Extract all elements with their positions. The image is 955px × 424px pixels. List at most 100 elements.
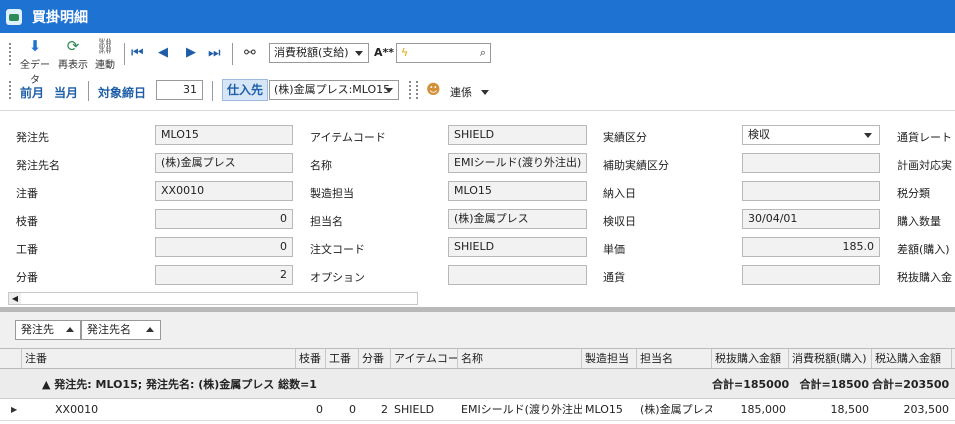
sort-ascending-icon: [66, 327, 74, 332]
all-data-button[interactable]: ⬇ 全データ: [16, 36, 54, 86]
form-label: 通貨レート: [897, 131, 952, 144]
form-field[interactable]: MLO15: [155, 125, 293, 145]
last-record-icon[interactable]: ⏭: [208, 44, 221, 62]
form-field[interactable]: 2: [155, 265, 293, 285]
form-field[interactable]: MLO15: [448, 181, 587, 201]
toolbar-grip[interactable]: [9, 43, 11, 67]
form-field[interactable]: SHIELD: [448, 237, 587, 257]
column-header-branch-no[interactable]: 枝番: [296, 349, 326, 368]
grid-group-row[interactable]: ▲ 発注先: MLO15; 発注先名: (株)金属プレス 総数=1 合計=185…: [0, 369, 955, 399]
form-label: 注番: [16, 187, 38, 200]
form-field[interactable]: 30/04/01: [742, 209, 880, 229]
column-header-manager-name[interactable]: 担当名: [637, 349, 712, 368]
cell-job-no[interactable]: 0: [326, 399, 359, 420]
form-label: 実績区分: [603, 131, 647, 144]
cell-order-no[interactable]: XX0010: [52, 399, 296, 420]
form-label: オプション: [310, 271, 365, 284]
group-chip-label: 発注先: [21, 323, 54, 336]
cell-amount-excl-tax[interactable]: 185,000: [712, 399, 789, 420]
toolbar-separator: [88, 81, 89, 101]
closing-day-input[interactable]: 31: [156, 80, 203, 100]
group-sum-consumption-tax: 合計=18500: [799, 378, 870, 391]
form-field[interactable]: 0: [155, 237, 293, 257]
toolbar-row-2: 前月 当月 対象締日 31 仕入先 (株)金属プレス:MLO15 ☻ 連係: [0, 77, 955, 107]
column-header-amount-excl-tax[interactable]: 税抜購入金額: [712, 349, 789, 368]
cell-amount-incl-tax[interactable]: 203,500: [872, 399, 952, 420]
form-field[interactable]: (株)金属プレス: [448, 209, 587, 229]
quick-search-input[interactable]: ϟ ⌕: [396, 43, 491, 63]
group-chip-supplier[interactable]: 発注先: [15, 320, 81, 340]
form-field-value: MLO15: [454, 184, 492, 197]
grid-area: 発注先 発注先名 注番 枝番 工番 分番 アイテムコード 名称 製造担当 担当名…: [0, 312, 955, 424]
column-header-split-no[interactable]: 分番: [359, 349, 391, 368]
group-chip-supplier-name[interactable]: 発注先名: [81, 320, 161, 340]
column-header-order-no[interactable]: 注番: [22, 349, 296, 368]
table-row[interactable]: ▶ XX0010 0 0 2 SHIELD EMIシールド(渡り外注出) MLO…: [0, 399, 955, 421]
form-field[interactable]: [742, 181, 880, 201]
form-label: 枝番: [16, 215, 38, 228]
form-label: 差額(購入): [897, 243, 950, 256]
form-field-value: (株)金属プレス: [454, 212, 529, 225]
next-record-icon[interactable]: ▶: [186, 44, 196, 62]
cell-manufacturer[interactable]: MLO15: [582, 399, 637, 420]
column-header-consumption-tax[interactable]: 消費税額(購入): [789, 349, 872, 368]
cell-branch-no[interactable]: 0: [296, 399, 326, 420]
form-label: アイテムコード: [310, 131, 386, 144]
cell-item-code[interactable]: SHIELD: [391, 399, 458, 420]
toolbar-grip[interactable]: [9, 81, 11, 101]
chevron-down-icon: [385, 88, 393, 93]
prev-month-button[interactable]: 前月: [20, 84, 44, 101]
form-field-value: 185.0: [842, 240, 875, 253]
relation-label: 連係: [450, 86, 472, 99]
supplier-select[interactable]: (株)金属プレス:MLO15: [269, 80, 399, 100]
form-field[interactable]: EMIシールド(渡り外注出): [448, 153, 587, 173]
form-field[interactable]: SHIELD: [448, 125, 587, 145]
title-bar: 買掛明細: [0, 0, 955, 33]
form-field-value: (株)金属プレス: [161, 156, 236, 169]
cell-item-name[interactable]: EMIシールド(渡り外注出): [458, 399, 582, 420]
form-field[interactable]: 185.0: [742, 237, 880, 257]
form-label: 工番: [16, 243, 38, 256]
scroll-left-icon[interactable]: ◀: [9, 293, 21, 304]
current-row-indicator-icon: ▶: [11, 405, 18, 414]
form-field-value: 2: [280, 268, 287, 281]
result-type-select[interactable]: 検収: [742, 125, 880, 145]
form-field-value: 0: [280, 240, 287, 253]
form-field[interactable]: [742, 265, 880, 285]
tax-type-value: 消費税額(支給): [274, 46, 349, 59]
cell-split-no[interactable]: 2: [359, 399, 391, 420]
relation-button[interactable]: ☻ 連係: [426, 80, 491, 102]
column-header-item-code[interactable]: アイテムコード: [391, 349, 458, 368]
column-header-item-name[interactable]: 名称: [458, 349, 582, 368]
form-field[interactable]: [742, 153, 880, 173]
column-header-job-no[interactable]: 工番: [326, 349, 359, 368]
link-button[interactable]: ⛓ 連動: [86, 36, 124, 72]
form-label: 発注先名: [16, 159, 60, 172]
column-header-manufacturer[interactable]: 製造担当: [582, 349, 637, 368]
form-field[interactable]: 0: [155, 209, 293, 229]
first-record-icon[interactable]: ⏮: [131, 44, 144, 62]
supplier-select-value: (株)金属プレス:MLO15: [274, 83, 391, 96]
tax-type-select[interactable]: 消費税額(支給): [269, 43, 369, 63]
toolbar-grip[interactable]: [416, 81, 418, 101]
cell-consumption-tax[interactable]: 18,500: [789, 399, 872, 420]
form-label: 発注先: [16, 131, 49, 144]
form-horizontal-scrollbar[interactable]: ◀: [8, 292, 418, 305]
toolbar-grip[interactable]: [409, 81, 411, 101]
form-field[interactable]: (株)金属プレス: [155, 153, 293, 173]
form-field[interactable]: XX0010: [155, 181, 293, 201]
form-label: 税抜購入金: [897, 271, 952, 284]
form-label: 通貨: [603, 271, 625, 284]
this-month-button[interactable]: 当月: [54, 84, 78, 101]
form-field-value: SHIELD: [454, 128, 495, 141]
link-icon: ⛓: [95, 37, 115, 55]
column-header-amount-incl-tax[interactable]: 税込購入金額: [872, 349, 952, 368]
cell-manager-name[interactable]: (株)金属プレス: [637, 399, 712, 420]
binoculars-icon[interactable]: ⚯: [244, 44, 256, 62]
supplier-button[interactable]: 仕入先: [222, 79, 269, 101]
search-icon[interactable]: ⌕: [480, 44, 486, 62]
form-field[interactable]: [448, 265, 587, 285]
prev-record-icon[interactable]: ◀: [158, 44, 168, 62]
people-icon: ☻: [426, 82, 441, 98]
form-label: 注文コード: [310, 243, 365, 256]
